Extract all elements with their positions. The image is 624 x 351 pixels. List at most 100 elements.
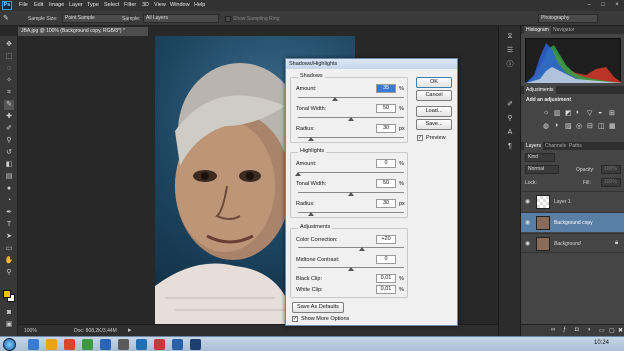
layer-name[interactable]: Background copy — [554, 220, 593, 226]
preview-checkbox[interactable]: ✓ — [417, 135, 423, 141]
highlights-radius-input[interactable]: 30 — [376, 199, 396, 208]
fx-icon[interactable]: ƒ — [563, 327, 566, 333]
show-ring-checkbox[interactable] — [225, 16, 231, 22]
adjustment-preset-icon[interactable]: ▥ — [554, 109, 561, 117]
visibility-eye-icon[interactable]: ◉ — [525, 240, 530, 247]
menu-select[interactable]: Select — [104, 2, 119, 8]
menu-file[interactable]: File — [19, 2, 28, 8]
eyedropper-tool-icon[interactable]: ✎ — [3, 14, 13, 23]
adjustment-preset-icon[interactable]: ▨ — [565, 122, 572, 130]
adjustment-preset-icon[interactable]: ◒ — [598, 109, 602, 116]
adjustment-preset-icon[interactable]: ◎ — [576, 122, 582, 130]
taskbar-app-icon[interactable] — [100, 339, 111, 350]
shadows-radius-thumb[interactable] — [307, 137, 314, 141]
adjustment-layer-icon[interactable]: ◑ — [587, 327, 591, 333]
white-clip-input[interactable]: 0,01 — [376, 285, 396, 294]
taskbar-app-icon[interactable] — [136, 339, 147, 350]
minimize-button[interactable]: – — [585, 1, 593, 9]
highlights-radius-slider[interactable] — [298, 212, 404, 213]
menu-view[interactable]: View — [154, 2, 166, 8]
screen-mode-icon[interactable]: ▣ — [4, 320, 14, 330]
layer-filter-select[interactable]: Kind — [525, 153, 555, 162]
midtone-contrast-input[interactable]: 0 — [376, 255, 396, 264]
zoom-tool-icon[interactable]: ⚲ — [4, 268, 14, 278]
shadows-amount-thumb[interactable] — [332, 97, 339, 101]
visibility-eye-icon[interactable]: ◉ — [525, 219, 530, 226]
menu-layer[interactable]: Layer — [69, 2, 83, 8]
adjustment-preset-icon[interactable]: ◑ — [554, 122, 558, 129]
close-button[interactable]: × — [613, 1, 621, 9]
color-correction-thumb[interactable] — [358, 247, 365, 251]
quick-select-tool-icon[interactable]: ✧ — [4, 76, 14, 86]
adjustment-preset-icon[interactable]: ⊟ — [587, 122, 593, 130]
path-select-icon[interactable]: ➤ — [4, 232, 14, 242]
taskbar-app-icon[interactable] — [46, 339, 57, 350]
tab-paths[interactable]: Paths — [569, 142, 582, 150]
tab-channels[interactable]: Channels — [545, 142, 566, 150]
quick-mask-icon[interactable]: ◙ — [4, 308, 14, 318]
adjustment-preset-icon[interactable]: ◍ — [543, 122, 549, 130]
brush-tool-icon[interactable]: ✐ — [4, 124, 14, 134]
tab-adjustments[interactable]: Adjustments — [524, 86, 556, 94]
mask-icon[interactable]: ◘ — [575, 327, 579, 333]
eraser-tool-icon[interactable]: ◧ — [4, 160, 14, 170]
hand-tool-icon[interactable]: ✋ — [4, 256, 14, 266]
lasso-tool-icon[interactable]: ◌ — [4, 64, 14, 74]
eyedropper-icon[interactable]: ✎ — [4, 100, 14, 110]
shadows-amount-input[interactable]: 35 — [376, 84, 396, 93]
marquee-tool-icon[interactable]: ⬚ — [4, 52, 14, 62]
menu-help[interactable]: Help — [194, 2, 205, 8]
save-button[interactable]: Save... — [416, 119, 452, 130]
taskbar-app-icon[interactable] — [118, 339, 129, 350]
adjustment-preset-icon[interactable]: ▽ — [587, 109, 592, 117]
midtone-contrast-thumb[interactable] — [348, 267, 354, 271]
layer-row[interactable]: ◉ Background copy — [521, 212, 624, 232]
highlights-amount-thumb[interactable] — [295, 172, 301, 176]
workspace-select[interactable]: Photography — [538, 14, 598, 23]
shadows-tonal-thumb[interactable] — [348, 117, 354, 121]
taskbar-app-icon[interactable] — [172, 339, 183, 350]
menu-type[interactable]: Type — [87, 2, 99, 8]
shadows-tonal-input[interactable]: 50 — [376, 104, 396, 113]
layer-name[interactable]: Layer 1 — [554, 199, 571, 205]
sample-select[interactable]: All Layers — [143, 14, 219, 23]
menu-3d[interactable]: 3D — [142, 2, 149, 8]
clone-stamp-icon[interactable]: ⚲ — [4, 136, 14, 146]
crop-tool-icon[interactable]: ⌗ — [4, 88, 14, 98]
fill-input[interactable]: 100% — [601, 178, 621, 187]
menu-filter[interactable]: Filter — [124, 2, 136, 8]
info-panel-icon[interactable]: ⓘ — [504, 60, 516, 70]
layer-row[interactable]: ◉ Background 🔒︎ — [521, 233, 624, 253]
move-tool-icon[interactable]: ✥ — [4, 40, 14, 50]
brush-panel-icon[interactable]: ✐ — [504, 100, 516, 110]
tab-layers[interactable]: Layers — [524, 142, 544, 150]
load-button[interactable]: Load... — [416, 106, 452, 117]
color-correction-slider[interactable] — [298, 247, 404, 248]
tab-navigator[interactable]: Navigator — [553, 26, 574, 34]
visibility-eye-icon[interactable]: ◉ — [525, 198, 530, 205]
link-layers-icon[interactable]: ∞ — [551, 327, 555, 333]
taskbar-app-icon[interactable] — [28, 339, 39, 350]
blur-tool-icon[interactable]: ● — [4, 184, 14, 194]
menu-window[interactable]: Window — [170, 2, 190, 8]
properties-panel-icon[interactable]: ☰ — [504, 46, 516, 56]
ok-button[interactable]: OK — [416, 77, 452, 88]
taskbar-app-icon[interactable] — [190, 339, 201, 350]
clone-source-icon[interactable]: ⚲ — [504, 114, 516, 124]
blend-mode-select[interactable]: Normal — [525, 165, 559, 174]
black-clip-input[interactable]: 0,01 — [376, 274, 396, 283]
new-layer-icon[interactable]: ▢ — [609, 327, 615, 334]
pen-tool-icon[interactable]: ✒ — [4, 208, 14, 218]
taskbar-app-icon[interactable] — [82, 339, 93, 350]
history-panel-icon[interactable]: ⧖ — [504, 32, 516, 42]
show-more-options-checkbox[interactable]: ✓ — [292, 316, 298, 322]
layer-row[interactable]: ◉ Layer 1 — [521, 191, 624, 211]
status-arrow-icon[interactable]: ▸ — [128, 326, 132, 334]
adjustment-preset-icon[interactable]: ◩ — [565, 109, 572, 117]
new-group-icon[interactable]: ▭ — [599, 327, 605, 334]
shape-tool-icon[interactable]: ▭ — [4, 244, 14, 254]
color-correction-input[interactable]: +20 — [376, 235, 396, 244]
highlights-radius-thumb[interactable] — [307, 212, 314, 216]
tab-histogram[interactable]: Histogram — [524, 26, 551, 34]
menu-image[interactable]: Image — [49, 2, 64, 8]
